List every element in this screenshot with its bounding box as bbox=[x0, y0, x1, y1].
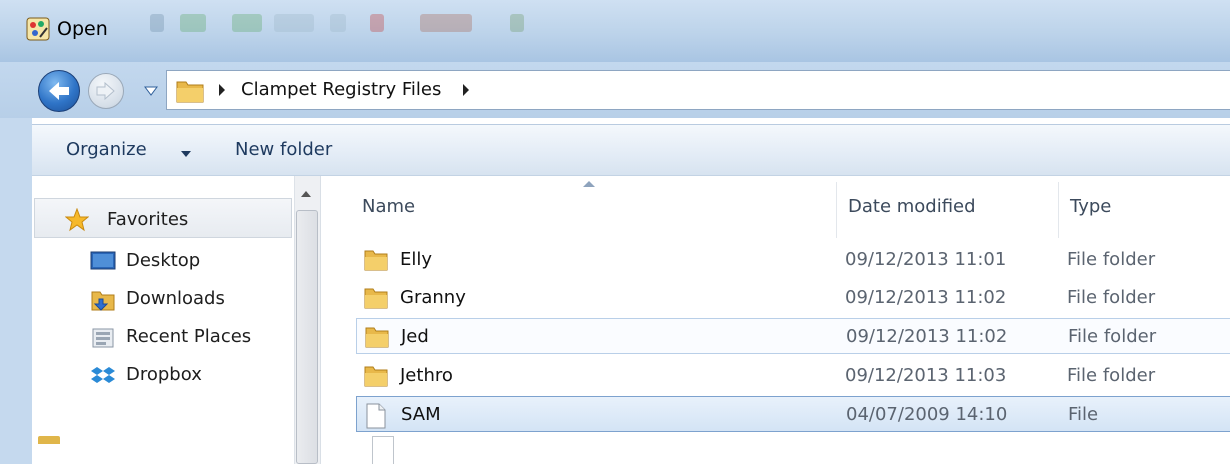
nav-item-recent-places[interactable]: Recent Places bbox=[32, 318, 294, 354]
new-folder-button[interactable]: New folder bbox=[235, 139, 332, 160]
column-separator[interactable] bbox=[1058, 182, 1059, 238]
back-button[interactable] bbox=[38, 70, 80, 112]
title-bar: Open bbox=[0, 0, 1230, 62]
downloads-icon bbox=[91, 291, 115, 311]
sort-ascending-icon bbox=[583, 181, 595, 187]
background-toolbar-ghost bbox=[330, 14, 346, 32]
nav-favorites-label: Favorites bbox=[107, 209, 189, 230]
file-icon bbox=[366, 403, 386, 429]
dropbox-icon bbox=[91, 367, 115, 383]
file-type: File bbox=[1068, 404, 1099, 425]
background-toolbar-ghost bbox=[274, 14, 314, 32]
breadcrumb-separator[interactable] bbox=[217, 83, 227, 97]
nav-item-label: Recent Places bbox=[126, 326, 252, 347]
file-name: Granny bbox=[400, 287, 466, 308]
table-row[interactable]: Jed 09/12/2013 11:02 File folder bbox=[356, 318, 1230, 354]
nav-item-label: Downloads bbox=[126, 288, 225, 309]
address-bar[interactable]: Clampet Registry Files bbox=[166, 70, 1230, 110]
background-toolbar-ghost bbox=[370, 14, 384, 32]
nav-item-partial-icon bbox=[38, 436, 60, 444]
recent-pages-dropdown[interactable] bbox=[144, 86, 158, 96]
folder-icon bbox=[176, 81, 204, 103]
partial-file-icon bbox=[372, 436, 394, 464]
nav-favorites[interactable]: Favorites bbox=[34, 198, 292, 238]
file-name: Jed bbox=[401, 326, 429, 347]
nav-item-label: Dropbox bbox=[126, 364, 202, 385]
forward-button[interactable] bbox=[88, 73, 124, 109]
breadcrumb-clampet-registry-files[interactable]: Clampet Registry Files bbox=[241, 79, 441, 100]
nav-item-label: Desktop bbox=[126, 250, 201, 271]
file-list: Name Date modified Type Elly 09/12/2013 … bbox=[330, 176, 1230, 464]
table-row[interactable]: Granny 09/12/2013 11:02 File folder bbox=[356, 280, 1230, 316]
background-toolbar-ghost bbox=[420, 14, 472, 32]
folder-icon bbox=[364, 250, 388, 271]
file-name: Elly bbox=[400, 249, 433, 270]
command-bar: Organize New folder bbox=[32, 124, 1230, 176]
file-date-modified: 09/12/2013 11:02 bbox=[845, 287, 1007, 308]
file-date-modified: 09/12/2013 11:01 bbox=[845, 249, 1007, 270]
forward-arrow-icon bbox=[96, 81, 115, 101]
table-row[interactable]: Jethro 09/12/2013 11:03 File folder bbox=[356, 358, 1230, 394]
chevron-down-icon bbox=[181, 151, 191, 157]
breadcrumb-separator[interactable] bbox=[461, 83, 471, 97]
scroll-up-arrow-icon[interactable] bbox=[300, 190, 312, 198]
pane-splitter[interactable] bbox=[320, 176, 330, 464]
navigation-pane: Favorites Desktop Downloads Recent Place… bbox=[32, 176, 294, 464]
nav-item-desktop[interactable]: Desktop bbox=[32, 242, 294, 278]
address-row: Clampet Registry Files bbox=[0, 62, 1230, 118]
folder-icon bbox=[364, 288, 388, 309]
nav-item-dropbox[interactable]: Dropbox bbox=[32, 356, 294, 392]
file-name: SAM bbox=[401, 404, 441, 425]
background-toolbar-ghost bbox=[180, 14, 206, 32]
window-frame bbox=[0, 118, 32, 464]
background-toolbar-ghost bbox=[232, 14, 262, 32]
organize-button[interactable]: Organize bbox=[66, 139, 147, 160]
nav-item-downloads[interactable]: Downloads bbox=[32, 280, 294, 316]
scrollbar-thumb[interactable] bbox=[296, 210, 318, 464]
file-date-modified: 09/12/2013 11:03 bbox=[845, 365, 1007, 386]
column-header-name[interactable]: Name bbox=[362, 196, 415, 217]
file-date-modified: 09/12/2013 11:02 bbox=[846, 326, 1008, 347]
file-type: File folder bbox=[1067, 287, 1156, 308]
paint-palette-icon bbox=[26, 17, 50, 41]
folder-icon bbox=[365, 327, 389, 348]
file-type: File folder bbox=[1067, 249, 1156, 270]
table-row-selected[interactable]: SAM 04/07/2009 14:10 File bbox=[356, 396, 1230, 432]
recent-places-icon bbox=[92, 328, 114, 348]
back-arrow-icon bbox=[49, 82, 69, 100]
star-icon bbox=[65, 208, 89, 232]
background-toolbar-ghost bbox=[510, 14, 524, 32]
file-type: File folder bbox=[1067, 365, 1156, 386]
file-name: Jethro bbox=[400, 365, 453, 386]
file-type: File folder bbox=[1068, 326, 1157, 347]
column-separator[interactable] bbox=[836, 182, 837, 238]
background-toolbar-ghost bbox=[150, 14, 164, 32]
column-header-date-modified[interactable]: Date modified bbox=[848, 196, 976, 217]
column-header-type[interactable]: Type bbox=[1070, 196, 1111, 217]
file-date-modified: 04/07/2009 14:10 bbox=[846, 404, 1008, 425]
folder-icon bbox=[364, 366, 388, 387]
table-row[interactable]: Elly 09/12/2013 11:01 File folder bbox=[356, 242, 1230, 278]
window-title: Open bbox=[57, 18, 108, 40]
desktop-icon bbox=[90, 251, 116, 270]
